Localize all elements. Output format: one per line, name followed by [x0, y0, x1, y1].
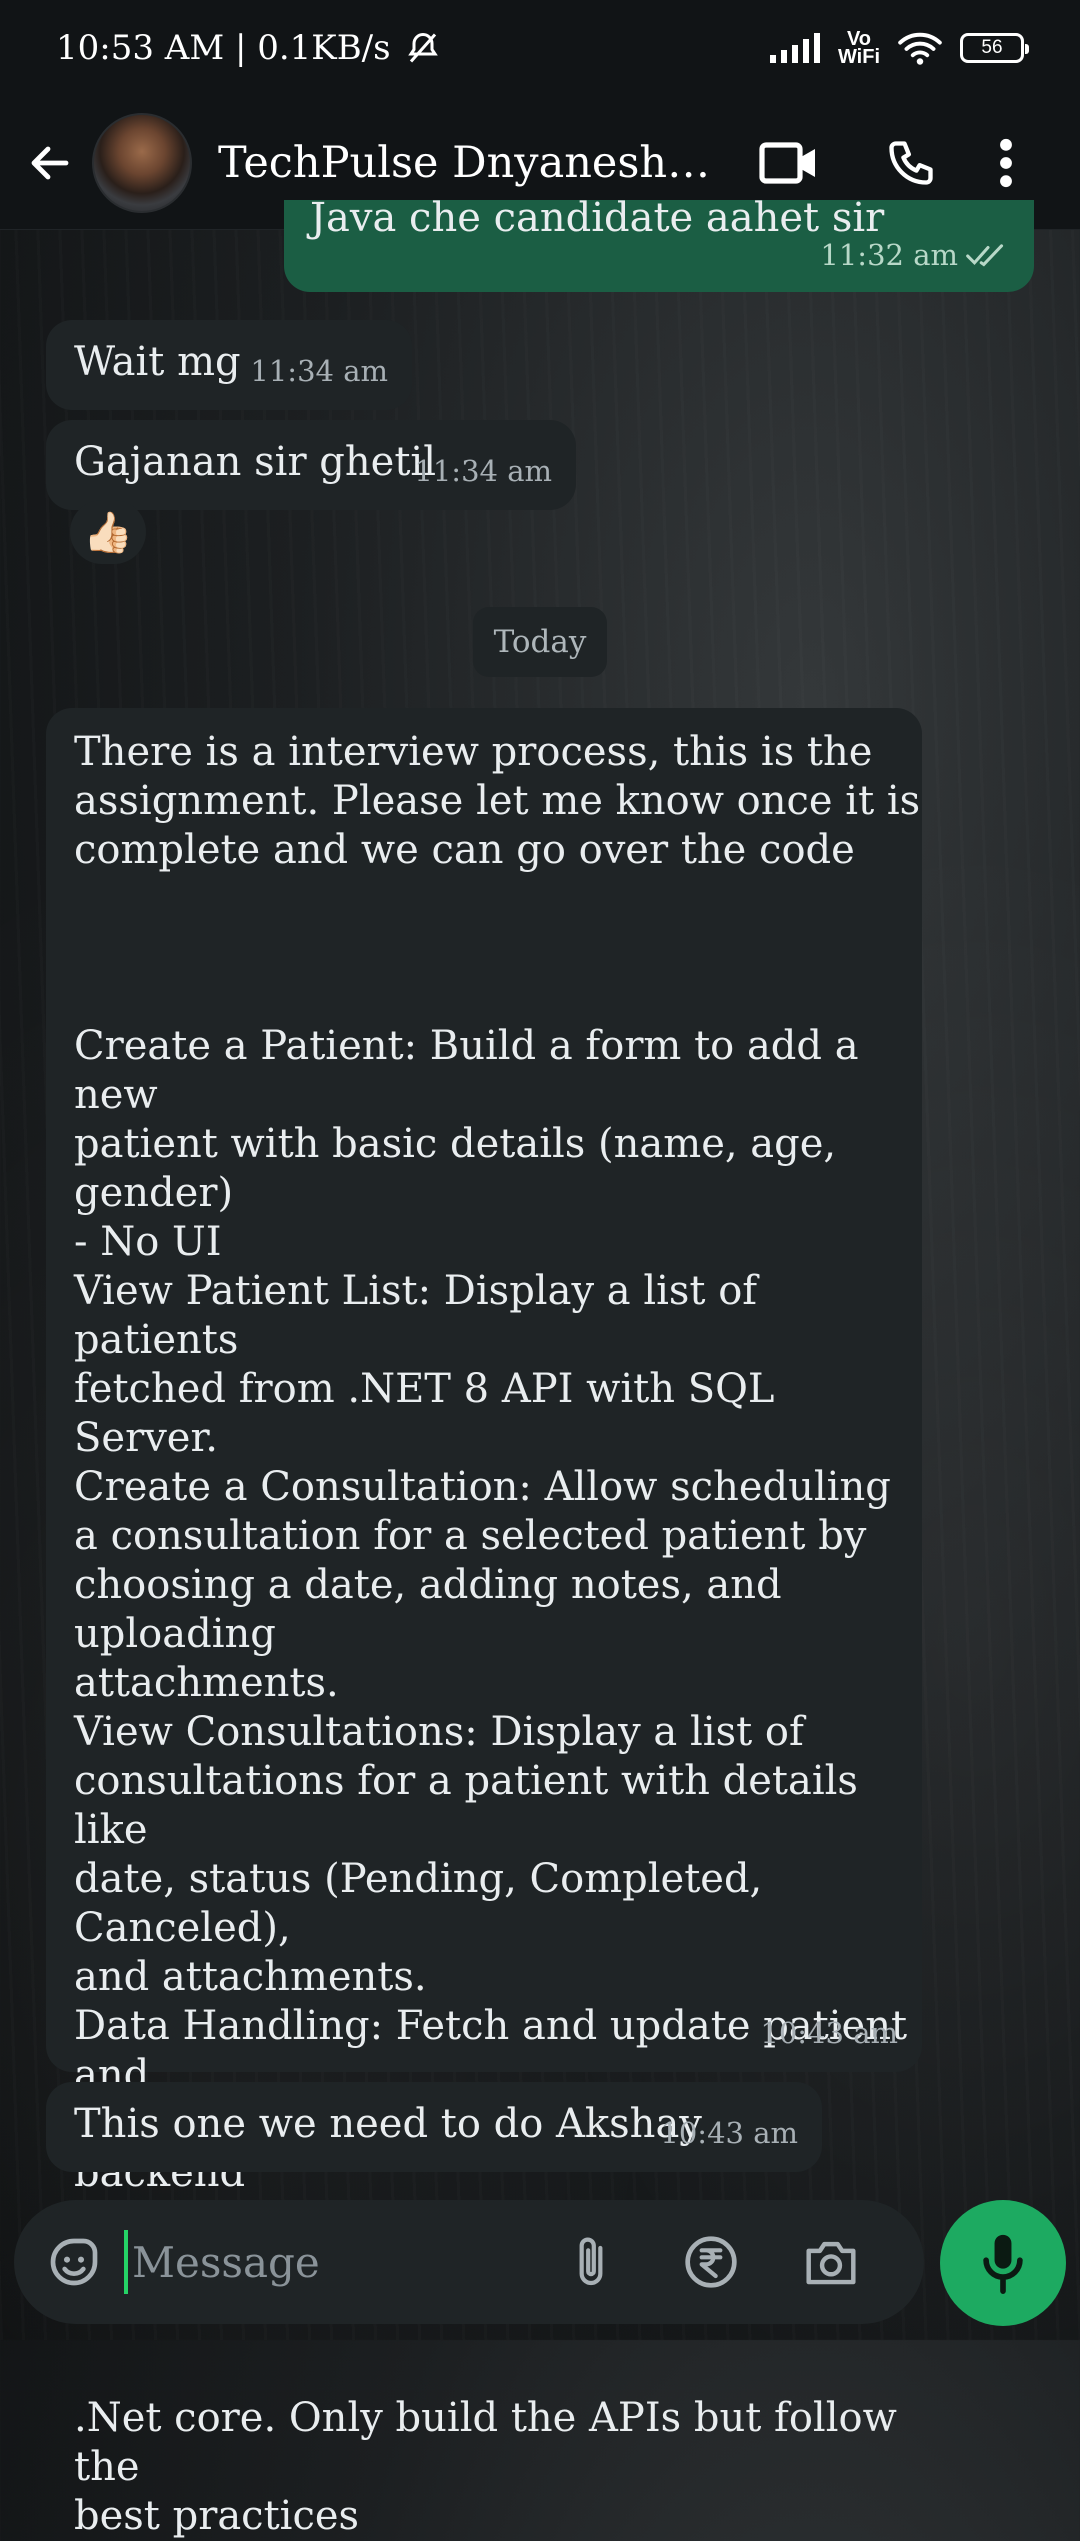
message-bubble-incoming[interactable]: This one we need to do Akshay 10:43 am — [46, 2082, 822, 2172]
emoji-sticker-icon[interactable] — [44, 2232, 104, 2292]
microphone-icon[interactable] — [940, 2200, 1066, 2326]
double-check-icon — [966, 243, 1004, 266]
paperclip-icon[interactable] — [560, 2231, 622, 2293]
vowifi-label: Vo WiFi — [837, 28, 880, 68]
date-divider: Today — [473, 607, 607, 677]
status-time: 10:53 AM | 0.1KB/s — [56, 28, 391, 68]
message-bubble-incoming[interactable]: Wait mg 11:34 am — [46, 320, 412, 410]
mute-alarm-icon — [405, 30, 441, 66]
message-bubble-incoming[interactable]: There is a interview process, this is th… — [46, 708, 922, 2539]
reaction-thumbs-up[interactable]: 👍🏻 — [70, 500, 146, 564]
voice-call-icon[interactable] — [876, 128, 946, 198]
rupee-payment-icon[interactable] — [680, 2231, 742, 2293]
signal-icon — [769, 33, 820, 63]
message-composer — [14, 2200, 924, 2324]
message-bubble-outgoing[interactable]: Java che candidate aahet sir 11:32 am — [284, 200, 1034, 292]
back-arrow-icon[interactable] — [20, 133, 80, 193]
text-caret — [124, 2230, 128, 2294]
battery-icon: 56 — [960, 33, 1029, 63]
video-call-icon[interactable] — [754, 128, 824, 198]
message-time: 11:32 am — [820, 231, 1010, 280]
wifi-icon — [898, 30, 942, 66]
message-time: 11:34 am — [250, 354, 388, 388]
message-input[interactable] — [130, 2236, 554, 2288]
camera-icon[interactable] — [800, 2231, 862, 2293]
contact-avatar[interactable] — [92, 112, 192, 213]
message-time: 10:43 am — [760, 2016, 898, 2050]
more-vert-icon[interactable] — [986, 128, 1026, 198]
contact-name[interactable]: TechPulse Dnyaneshwa... — [218, 138, 728, 188]
message-bubble-incoming[interactable]: Gajanan sir ghetil 11:34 am — [46, 420, 576, 510]
message-time: 10:43 am — [660, 2116, 798, 2150]
message-time: 11:34 am — [414, 454, 552, 488]
status-bar: 10:53 AM | 0.1KB/s Vo WiFi 56 — [0, 0, 1080, 96]
